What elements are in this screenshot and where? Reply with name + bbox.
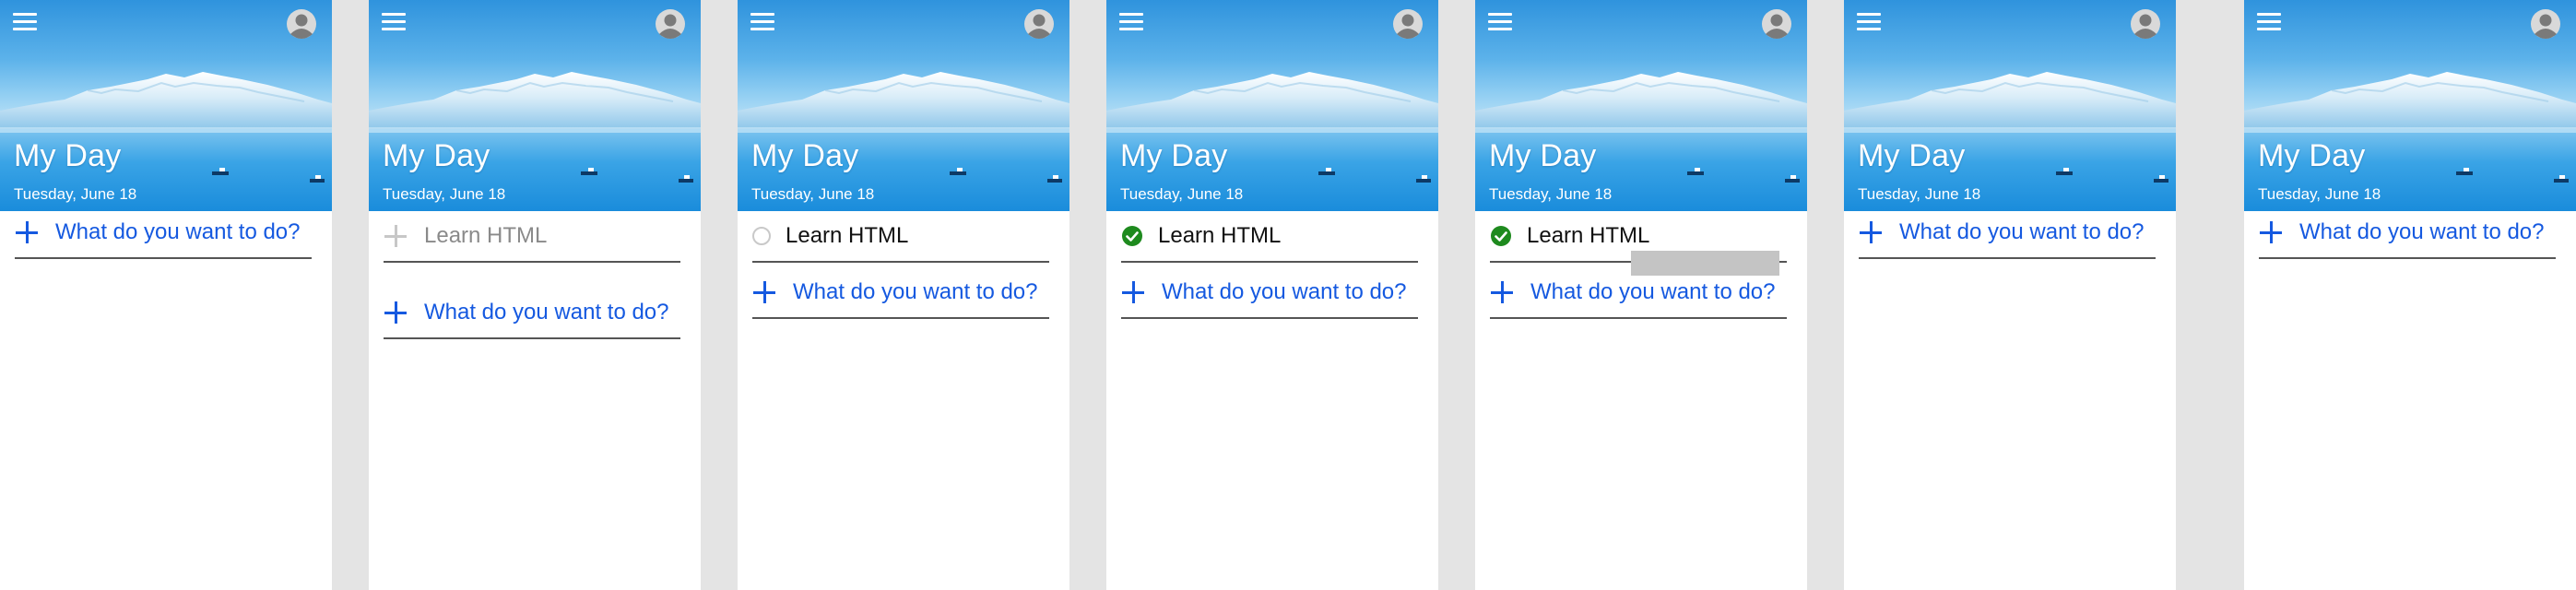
- add-task-input[interactable]: What do you want to do?: [1162, 279, 1407, 305]
- header-banner: My Day Tuesday, June 18: [2244, 0, 2576, 211]
- add-task-row[interactable]: What do you want to do?: [1859, 207, 2156, 259]
- page-date: Tuesday, June 18: [1489, 185, 1613, 203]
- add-task-row[interactable]: What do you want to do?: [384, 288, 680, 339]
- landscape-image: [1475, 0, 1807, 211]
- page-title: My Day: [751, 138, 859, 173]
- plus-icon: [384, 224, 408, 248]
- page-title: My Day: [14, 138, 122, 173]
- account-icon[interactable]: [1761, 8, 1792, 40]
- add-task-input[interactable]: What do you want to do?: [2299, 219, 2545, 245]
- landscape-image: [0, 0, 332, 211]
- menu-icon[interactable]: [382, 13, 406, 33]
- menu-icon[interactable]: [1488, 13, 1512, 33]
- page-date: Tuesday, June 18: [1120, 185, 1244, 203]
- header-banner: My Day Tuesday, June 18: [1844, 0, 2176, 211]
- circle-icon[interactable]: [752, 227, 771, 245]
- account-icon[interactable]: [2130, 8, 2161, 40]
- add-task-row[interactable]: What do you want to do?: [15, 207, 312, 259]
- menu-icon[interactable]: [13, 13, 37, 33]
- account-icon[interactable]: [1392, 8, 1424, 40]
- page-title: My Day: [1489, 138, 1597, 173]
- page-title: My Day: [383, 138, 490, 173]
- plus-icon[interactable]: [1490, 280, 1514, 304]
- app-frame-5: My Day Tuesday, June 18 Learn HTML What …: [1475, 0, 1807, 590]
- page-date: Tuesday, June 18: [383, 185, 506, 203]
- page-title: My Day: [1858, 138, 1966, 173]
- landscape-image: [369, 0, 701, 211]
- header-banner: My Day Tuesday, June 18: [369, 0, 701, 211]
- task-title[interactable]: Learn HTML: [1158, 223, 1281, 249]
- page-date: Tuesday, June 18: [1858, 185, 1981, 203]
- menu-icon[interactable]: [1857, 13, 1881, 33]
- task-title[interactable]: Learn HTML: [786, 223, 908, 249]
- header-banner: My Day Tuesday, June 18: [0, 0, 332, 211]
- check-circle-icon[interactable]: [1490, 225, 1512, 247]
- account-icon[interactable]: [1023, 8, 1055, 40]
- plus-icon[interactable]: [384, 301, 408, 324]
- add-task-input[interactable]: What do you want to do?: [1899, 219, 2145, 245]
- menu-icon[interactable]: [750, 13, 774, 33]
- plus-icon[interactable]: [1121, 280, 1145, 304]
- app-frame-2: My Day Tuesday, June 18 Learn HTML What …: [369, 0, 701, 590]
- new-task-input[interactable]: Learn HTML: [424, 223, 547, 249]
- add-task-input[interactable]: What do you want to do?: [793, 279, 1038, 305]
- account-icon[interactable]: [2530, 8, 2561, 40]
- landscape-image: [1844, 0, 2176, 211]
- task-item[interactable]: Learn HTML: [1121, 211, 1418, 263]
- page-title: My Day: [1120, 138, 1228, 173]
- landscape-image: [2244, 0, 2576, 211]
- page-title: My Day: [2258, 138, 2366, 173]
- account-icon[interactable]: [286, 8, 317, 40]
- add-task-row[interactable]: What do you want to do?: [1121, 267, 1418, 319]
- app-frame-4: My Day Tuesday, June 18 Learn HTML What …: [1106, 0, 1438, 590]
- header-banner: My Day Tuesday, June 18: [1475, 0, 1807, 211]
- check-circle-icon[interactable]: [1121, 225, 1143, 247]
- account-icon[interactable]: [655, 8, 686, 40]
- header-banner: My Day Tuesday, June 18: [1106, 0, 1438, 211]
- landscape-image: [1106, 0, 1438, 211]
- page-date: Tuesday, June 18: [14, 185, 137, 203]
- app-frame-1: My Day Tuesday, June 18 What do you want…: [0, 0, 332, 590]
- new-task-row[interactable]: Learn HTML: [384, 211, 680, 263]
- add-task-input[interactable]: What do you want to do?: [1530, 279, 1776, 305]
- add-task-row[interactable]: What do you want to do?: [2259, 207, 2556, 259]
- page-date: Tuesday, June 18: [751, 185, 875, 203]
- menu-icon[interactable]: [2257, 13, 2281, 33]
- plus-icon[interactable]: [2259, 220, 2283, 244]
- app-frame-7: My Day Tuesday, June 18 What do you want…: [2244, 0, 2576, 590]
- header-banner: My Day Tuesday, June 18: [738, 0, 1069, 211]
- add-task-input[interactable]: What do you want to do?: [424, 300, 669, 325]
- app-frame-3: My Day Tuesday, June 18 Learn HTML What …: [738, 0, 1069, 590]
- plus-icon[interactable]: [15, 220, 39, 244]
- task-title[interactable]: Learn HTML: [1527, 223, 1649, 249]
- plus-icon[interactable]: [1859, 220, 1883, 244]
- page-date: Tuesday, June 18: [2258, 185, 2381, 203]
- plus-icon[interactable]: [752, 280, 776, 304]
- menu-icon[interactable]: [1119, 13, 1143, 33]
- landscape-image: [738, 0, 1069, 211]
- add-task-row[interactable]: What do you want to do?: [752, 267, 1049, 319]
- add-task-input[interactable]: What do you want to do?: [55, 219, 301, 245]
- app-frame-6: My Day Tuesday, June 18 What do you want…: [1844, 0, 2176, 590]
- task-item[interactable]: Learn HTML: [752, 211, 1049, 263]
- swipe-delete-overlay: [1631, 251, 1779, 276]
